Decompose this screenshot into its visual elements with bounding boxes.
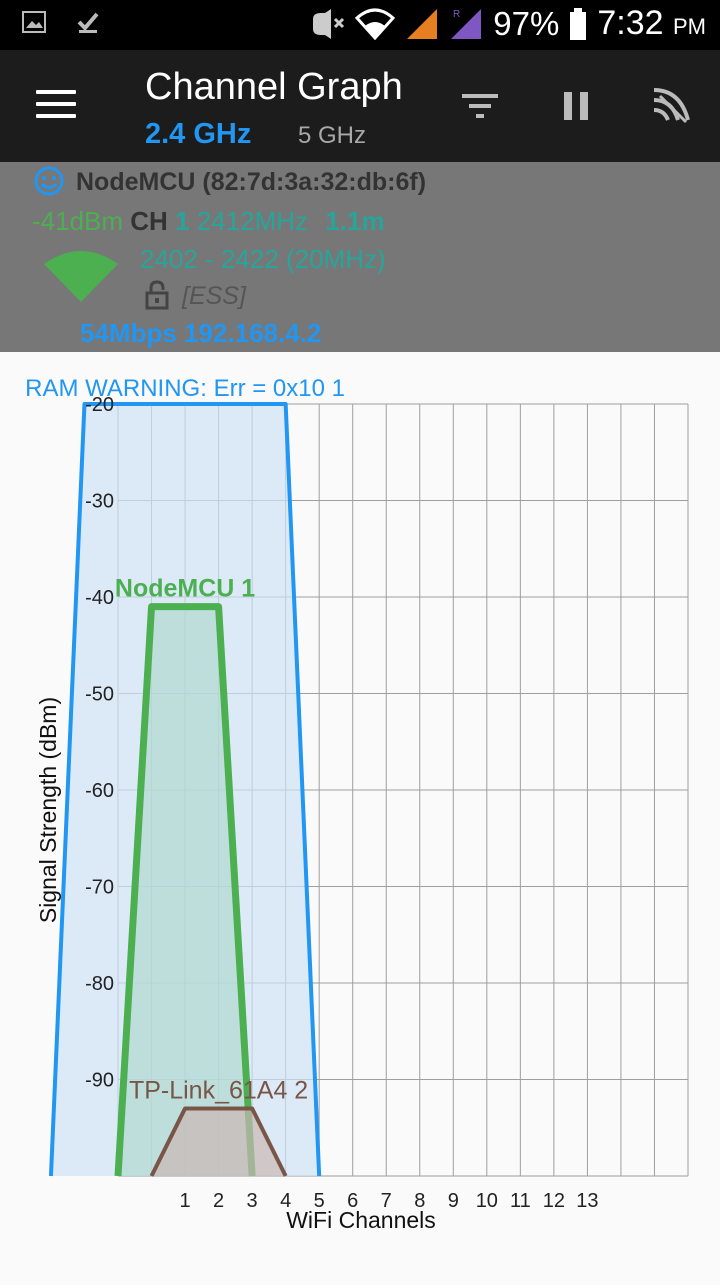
clock-time: 7:32 [597,4,664,42]
series-label: TP-Link_61A4 2 [129,1076,308,1104]
y-tick-label: -20 [85,394,114,416]
channel-graph-svg: RAM WARNING: Err = 0x10 1 NodeMCU 1 TP-Lin… [25,375,689,1233]
frequency: 2412MHz [196,206,309,236]
x-tick-label: 11 [510,1190,531,1212]
distance: 1.1m [325,206,385,236]
download-check-icon [77,12,99,33]
y-tick-label: -50 [85,684,114,706]
svg-text:R: R [453,9,460,20]
y-tick-label: -70 [85,877,114,899]
filter-icon[interactable] [458,84,502,128]
series-label: NodeMCU 1 [115,575,255,603]
clock: 7:32 PM [597,4,706,43]
tab-2-4-ghz[interactable]: 2.4 GHz [145,118,251,151]
series-label: RAM WARNING: Err = 0x10 1 [25,375,345,402]
y-tick-label: -30 [85,491,114,513]
battery-icon [570,7,587,40]
y-tick-label: -90 [85,1070,114,1092]
channel-label: CH [130,206,168,236]
security-type: [ESS] [182,282,246,310]
x-tick-label: 12 [543,1190,565,1212]
signal-icon [407,8,438,39]
x-tick-label: 1 [179,1190,190,1212]
network-details-row: -41dBm CH 1 2412MHz 1.1m [32,206,385,237]
wifi-icon [355,8,396,40]
tab-5-ghz[interactable]: 5 GHz [298,122,366,150]
status-bar: R 97% 7:32 PM [0,0,720,50]
pause-icon[interactable] [554,84,598,128]
signal-strength: -41dBm [32,206,124,236]
wifi-scan-icon[interactable] [650,84,694,128]
x-tick-label: 13 [576,1190,598,1212]
y-tick-label: -80 [85,973,114,995]
network-ssid-mac: NodeMCU (82:7d:3a:32:db:6f) [76,168,427,196]
y-tick-label: -60 [85,780,114,802]
x-axis-title: WiFi Channels [286,1207,436,1233]
mute-icon [313,8,345,39]
clock-ampm: PM [673,14,706,39]
battery-percent: 97% [493,4,560,42]
wifi-strength-icon [44,251,118,302]
x-tick-label: 2 [213,1190,224,1212]
menu-icon[interactable] [36,90,76,120]
signal-roaming-icon: R [451,8,482,39]
lock-open-icon [145,280,169,310]
x-tick-label: 10 [476,1190,498,1212]
connected-network-panel[interactable]: NodeMCU (82:7d:3a:32:db:6f) -41dBm CH 1 … [0,162,720,352]
channel-value: 1 [175,206,190,236]
x-tick-label: 9 [448,1190,459,1212]
y-tick-label: -40 [85,587,114,609]
page-title: Channel Graph [145,66,403,108]
speed-ip: 54Mbps 192.168.4.2 [80,318,322,348]
channel-graph-chart[interactable]: RAM WARNING: Err = 0x10 1 NodeMCU 1 TP-Lin… [0,352,720,1280]
y-axis-title: Signal Strength (dBm) [35,697,61,923]
app-bar: Channel Graph 2.4 GHz 5 GHz [0,50,720,162]
frequency-range: 2402 - 2422 (20MHz) [140,244,386,274]
smiley-icon [34,166,64,196]
x-tick-label: 3 [247,1190,258,1212]
gallery-icon [22,11,46,33]
